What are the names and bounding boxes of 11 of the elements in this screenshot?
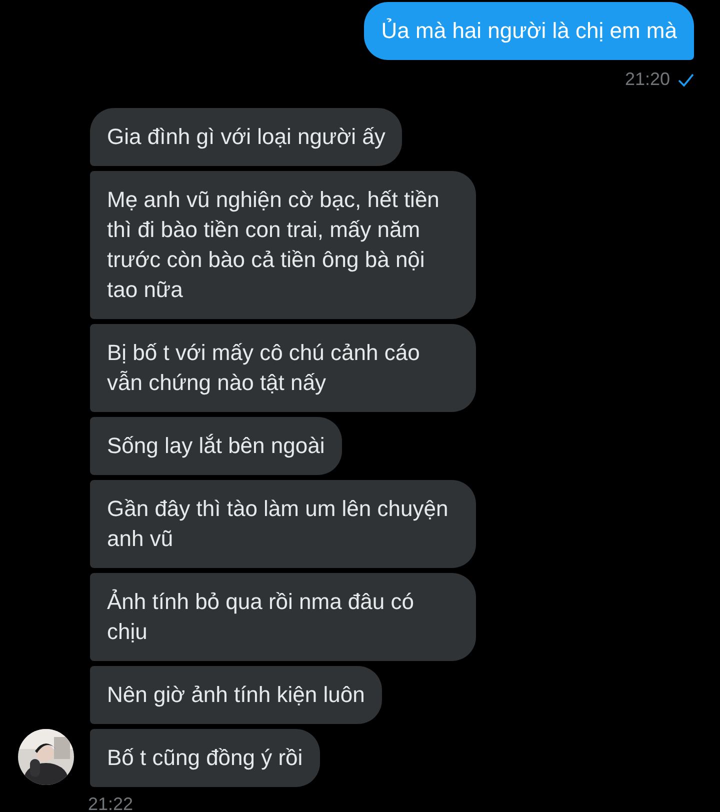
message-bubble: Nên giờ ảnh tính kiện luôn <box>90 666 382 724</box>
message-bubble: Gần đây thì tào làm um lên chuyện anh vũ <box>90 480 476 568</box>
message-bubble: Bị bố t với mấy cô chú cảnh cáo vẫn chứng nào tật nấy <box>90 324 476 412</box>
message-bubble: Mẹ anh vũ nghiện cờ bạc, hết tiền thì đi bào tiền con trai, mấy năm trước còn bào cả tiền ông bà nội tao nữa <box>90 171 476 319</box>
message-bubble: Gia đình gì với loại người ấy <box>90 108 402 166</box>
message-bubble: Ủa mà hai người là chị em mà <box>364 2 694 60</box>
message-time: 21:20 <box>624 69 670 90</box>
message-bubble: Sống lay lắt bên ngoài <box>90 417 342 475</box>
message-time: 21:22 <box>88 794 134 812</box>
message-bubble: Bố t cũng đồng ý rồi <box>90 729 320 787</box>
message-bubble: Ảnh tính bỏ qua rồi nma đâu có chịu <box>90 573 476 661</box>
